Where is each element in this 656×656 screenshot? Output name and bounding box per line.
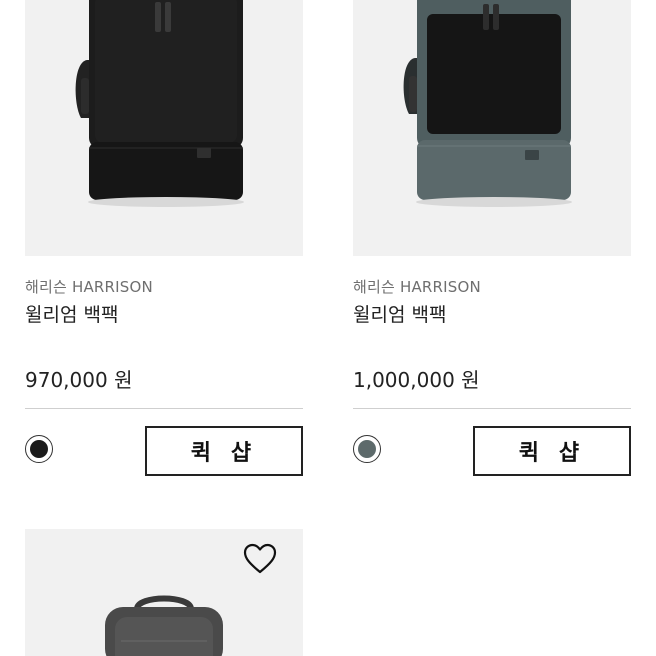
product-card[interactable]: 해리슨 HARRISON 윌리엄 백팩 970,000 원 퀵 샵: [25, 0, 303, 480]
product-name[interactable]: 윌리엄 백팩: [25, 300, 118, 327]
black-backpack-image: [75, 0, 244, 207]
brand-label: 해리슨 HARRISON: [353, 278, 481, 296]
product-price: 1,000,000 원: [353, 368, 480, 392]
brand-label: 해리슨 HARRISON: [25, 278, 153, 296]
divider: [25, 408, 303, 409]
gray-backpack-image: [403, 0, 572, 207]
product-card[interactable]: [25, 529, 303, 656]
product-image[interactable]: [353, 0, 631, 256]
color-swatch[interactable]: [353, 435, 381, 463]
quick-shop-button[interactable]: 퀵 샵: [473, 426, 631, 476]
color-swatch[interactable]: [25, 435, 53, 463]
product-name[interactable]: 윌리엄 백팩: [353, 300, 446, 327]
divider: [353, 408, 631, 409]
quick-shop-button[interactable]: 퀵 샵: [145, 426, 303, 476]
heart-outline-icon[interactable]: [243, 543, 277, 575]
product-image[interactable]: [25, 0, 303, 256]
product-price: 970,000 원: [25, 368, 133, 392]
product-card[interactable]: 해리슨 HARRISON 윌리엄 백팩 1,000,000 원 퀵 샵: [353, 0, 631, 480]
